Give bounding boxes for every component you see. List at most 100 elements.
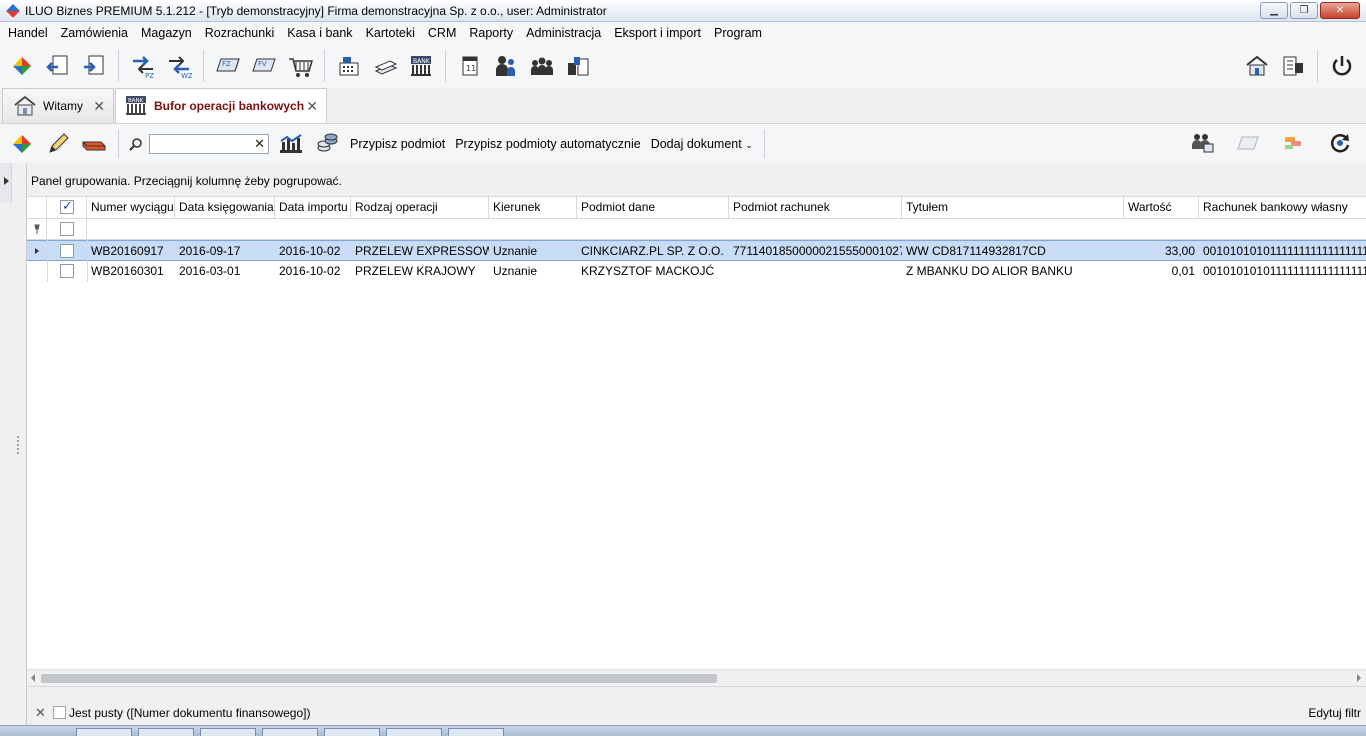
refresh-icon[interactable] (1326, 129, 1354, 157)
svg-text:11: 11 (466, 64, 476, 73)
home-diamond-icon[interactable] (7, 51, 37, 81)
row-checkbox[interactable] (60, 264, 74, 278)
row-checkbox[interactable] (60, 244, 74, 258)
column-header-rachunek-bankowy-wlasny[interactable]: Rachunek bankowy własny (1199, 197, 1366, 218)
coins-icon[interactable] (313, 130, 341, 158)
search-input[interactable]: ✕ (149, 133, 269, 154)
add-document-dropdown[interactable]: Dodaj dokument ⌄ (651, 137, 753, 151)
column-header-data-importu[interactable]: Data importu (275, 197, 351, 218)
clear-filter-icon[interactable]: ✕ (35, 705, 46, 721)
taskbar-item[interactable] (138, 728, 194, 736)
column-header-kierunek[interactable]: Kierunek (489, 197, 577, 218)
menu-bar: Handel Zamówienia Magazyn Rozrachunki Ka… (0, 22, 1366, 44)
taskbar-item[interactable] (386, 728, 442, 736)
menu-kartoteki[interactable]: Kartoteki (359, 26, 421, 40)
column-header-podmiot-rachunek[interactable]: Podmiot rachunek (729, 197, 902, 218)
fz-invoice-icon[interactable]: FZ (213, 51, 243, 81)
menu-zamowienia[interactable]: Zamówienia (54, 26, 134, 40)
toolbar-separator (445, 50, 446, 82)
column-header-podmiot-dane[interactable]: Podmiot dane (577, 197, 729, 218)
chevron-down-icon: ⌄ (745, 139, 753, 150)
settings-document-icon[interactable] (1278, 51, 1308, 81)
document-tabs: Witamy ✕ BANK Bufor operacji bankowych ✕ (0, 88, 1366, 123)
edit-filter-link[interactable]: Edytuj filtr (1308, 706, 1361, 720)
assign-entity-button[interactable]: Przypisz podmiot (350, 137, 445, 151)
chart-filter-icon[interactable] (277, 130, 305, 158)
fv-invoice-icon[interactable]: FV (249, 51, 279, 81)
toolbar-separator (118, 129, 119, 158)
splitter-grip-icon[interactable] (16, 435, 20, 455)
column-header-tytulem[interactable]: Tytułem (902, 197, 1124, 218)
svg-text:BANK: BANK (413, 58, 431, 65)
menu-raporty[interactable]: Raporty (463, 26, 520, 40)
close-tab-icon[interactable]: ✕ (93, 98, 105, 115)
cash-register-icon[interactable] (334, 51, 364, 81)
select-all-checkbox[interactable] (60, 198, 74, 214)
tab-bufor-operacji-bankowych[interactable]: BANK Bufor operacji bankowych ✕ (115, 88, 327, 123)
data-grid: Panel grupowania. Przeciągnij kolumnę że… (26, 163, 1366, 725)
warehouse-items-icon[interactable] (563, 51, 593, 81)
wz-document-icon[interactable]: WZ (164, 51, 194, 81)
menu-program[interactable]: Program (708, 26, 769, 40)
menu-kasa-i-bank[interactable]: Kasa i bank (281, 26, 359, 40)
horizontal-scrollbar[interactable] (27, 669, 1366, 686)
calendar-icon[interactable]: 11 (455, 51, 485, 81)
employees-icon[interactable] (527, 51, 557, 81)
tab-witamy[interactable]: Witamy ✕ (2, 88, 114, 123)
side-panel-toggle[interactable] (0, 163, 12, 203)
document-out-icon[interactable] (43, 51, 73, 81)
filter-row-indicator (27, 219, 47, 239)
table-row[interactable]: WB20160917 2016-09-17 2016-10-02 PRZELEW… (27, 240, 1366, 261)
column-header-data-ksiegowania[interactable]: Data księgowania (175, 197, 275, 218)
menu-administracja[interactable]: Administracja (520, 26, 608, 40)
taskbar-item[interactable] (324, 728, 380, 736)
minimize-button[interactable]: ▁ (1260, 2, 1288, 19)
scroll-left-icon[interactable] (31, 674, 35, 682)
menu-crm[interactable]: CRM (421, 26, 462, 40)
menu-handel[interactable]: Handel (0, 26, 54, 40)
cart-icon[interactable] (285, 51, 315, 81)
home-diamond-icon[interactable] (8, 130, 36, 158)
menu-magazyn[interactable]: Magazyn (135, 26, 199, 40)
filter-checkbox[interactable] (60, 222, 74, 236)
scrollbar-thumb[interactable] (41, 674, 717, 683)
menu-eksport-i-import[interactable]: Eksport i import (608, 26, 708, 40)
taskbar-item[interactable] (448, 728, 504, 736)
filter-bar: ✕ Jest pusty ([Numer dokumentu finansowe… (27, 686, 1366, 725)
column-header-rodzaj-operacji[interactable]: Rodzaj operacji (351, 197, 489, 218)
eraser-icon[interactable] (80, 130, 108, 158)
power-icon[interactable] (1327, 51, 1357, 81)
restore-button[interactable]: ❐ (1290, 2, 1318, 19)
close-window-button[interactable]: ✕ (1320, 2, 1360, 19)
document-status-icon[interactable] (1234, 129, 1262, 157)
assign-entities-auto-button[interactable]: Przypisz podmioty automatycznie (455, 137, 641, 151)
lock-users-icon[interactable] (1188, 129, 1216, 157)
cell-data-importu: 2016-10-02 (279, 244, 341, 258)
contractor-icon[interactable] (491, 51, 521, 81)
taskbar-item[interactable] (262, 728, 318, 736)
taskbar-item[interactable] (200, 728, 256, 736)
grid-header: Numer wyciągu Data księgowania Data impo… (27, 197, 1366, 219)
color-tags-icon[interactable] (1280, 129, 1308, 157)
filter-enabled-checkbox[interactable] (53, 706, 66, 719)
cell-numer-wyciagu: WB20160301 (91, 264, 164, 278)
taskbar-item[interactable] (76, 728, 132, 736)
bank-icon[interactable]: BANK (406, 51, 436, 81)
window-controls: ▁ ❐ ✕ (1260, 2, 1360, 19)
column-header-wartosc[interactable]: Wartość (1124, 197, 1199, 218)
select-all-column[interactable] (47, 197, 87, 218)
search-clear-icon[interactable]: ✕ (254, 136, 265, 152)
column-header-numer-wyciagu[interactable]: Numer wyciągu (87, 197, 175, 218)
pz-document-icon[interactable]: PZ (128, 51, 158, 81)
svg-text:WZ: WZ (181, 72, 192, 79)
filter-checkbox-cell[interactable] (47, 219, 87, 239)
money-stack-icon[interactable] (370, 51, 400, 81)
menu-rozrachunki[interactable]: Rozrachunki (198, 26, 280, 40)
close-tab-icon[interactable]: ✕ (306, 98, 318, 115)
group-panel[interactable]: Panel grupowania. Przeciągnij kolumnę że… (27, 163, 1366, 197)
table-row[interactable]: WB20160301 2016-03-01 2016-10-02 PRZELEW… (27, 261, 1366, 282)
company-home-icon[interactable] (1242, 51, 1272, 81)
document-in-icon[interactable] (79, 51, 109, 81)
edit-pencil-icon[interactable] (44, 130, 72, 158)
scroll-right-icon[interactable] (1357, 674, 1361, 682)
